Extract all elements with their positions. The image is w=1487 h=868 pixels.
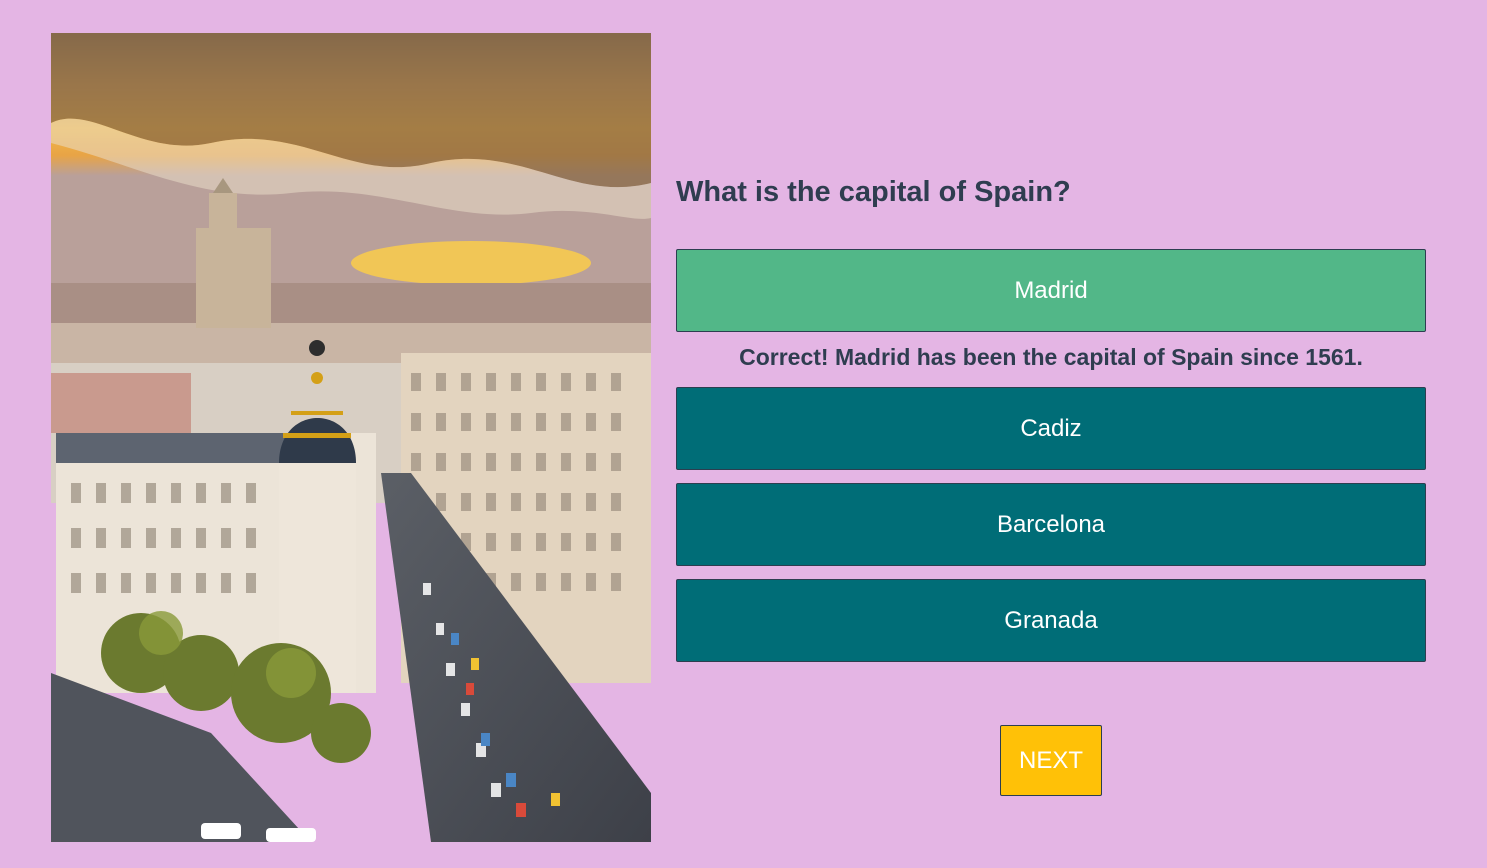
question-text: What is the capital of Spain?	[676, 176, 1071, 208]
answer-button-madrid[interactable]: Madrid	[676, 249, 1426, 332]
answer-button-barcelona[interactable]: Barcelona	[676, 483, 1426, 566]
madrid-cityscape-image	[51, 33, 651, 842]
quiz-page: What is the capital of Spain? Madrid Cor…	[0, 0, 1487, 868]
answer-feedback: Correct! Madrid has been the capital of …	[739, 344, 1363, 370]
answer-button-granada[interactable]: Granada	[676, 579, 1426, 662]
next-button[interactable]: NEXT	[1000, 725, 1102, 796]
answer-button-cadiz[interactable]: Cadiz	[676, 387, 1426, 470]
